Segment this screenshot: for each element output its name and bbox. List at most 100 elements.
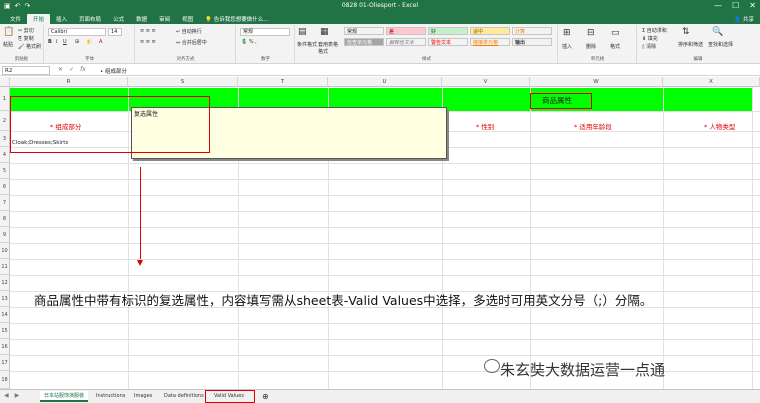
style-neutral[interactable]: 适中: [470, 27, 510, 35]
style-warning[interactable]: 警告文本: [428, 38, 468, 46]
column-header-r[interactable]: R: [10, 77, 128, 87]
merge-center-button[interactable]: ⇔ 合并后居中: [176, 39, 207, 46]
row-header-11[interactable]: 11: [0, 259, 10, 275]
table-format-button[interactable]: 套用表格格式: [318, 41, 342, 55]
maximize-button[interactable]: ☐: [732, 1, 739, 10]
add-sheet-icon[interactable]: ⊕: [258, 391, 273, 402]
row-header-1[interactable]: 1: [0, 87, 10, 111]
delete-cells-icon[interactable]: ⊟: [587, 28, 595, 38]
delete-cells-button[interactable]: 删除: [586, 43, 596, 50]
tab-review[interactable]: 审阅: [153, 14, 176, 24]
sheet-tab-data-definitions[interactable]: Data definitions: [160, 391, 208, 402]
row-header-15[interactable]: 15: [0, 323, 10, 339]
sheet-tab-instructions[interactable]: Instructions: [92, 391, 129, 402]
sort-filter-button[interactable]: 排序和筛选: [678, 41, 703, 48]
column-header-s[interactable]: S: [128, 77, 238, 87]
style-check-cell[interactable]: 检查单元格: [344, 38, 384, 46]
tab-view[interactable]: 视图: [176, 14, 199, 24]
fill-button[interactable]: ⬇ 填充: [642, 35, 658, 42]
sheet-tab-images[interactable]: Images: [130, 391, 156, 402]
italic-button[interactable]: I: [56, 39, 57, 45]
font-name-box[interactable]: Calibri: [48, 28, 106, 36]
row-header-8[interactable]: 8: [0, 211, 10, 227]
cell-x2-character-type[interactable]: * 人物类型: [704, 121, 735, 131]
cell-v2-gender[interactable]: * 性别: [476, 121, 494, 131]
table-format-icon[interactable]: ▦: [320, 27, 329, 37]
cut-button[interactable]: ✂ 剪切: [18, 27, 34, 34]
row-header-7[interactable]: 7: [0, 195, 10, 211]
row-header-10[interactable]: 10: [0, 243, 10, 259]
autosum-button[interactable]: Σ 自动求和: [642, 27, 667, 34]
row-header-14[interactable]: 14: [0, 307, 10, 323]
currency-icon[interactable]: 💲 % ,: [241, 39, 257, 45]
row-header-13[interactable]: 13: [0, 291, 10, 307]
align-left-icon[interactable]: ≡ ≡ ≡: [140, 39, 156, 45]
style-normal[interactable]: 常规: [344, 27, 384, 35]
font-size-box[interactable]: 14: [108, 28, 122, 36]
tab-formulas[interactable]: 公式: [107, 14, 130, 24]
tab-page-layout[interactable]: 页面布局: [73, 14, 107, 24]
style-output[interactable]: 输出: [512, 38, 552, 46]
cell-w2-age-range[interactable]: * 适用年龄段: [574, 121, 612, 131]
minimize-button[interactable]: —: [714, 1, 722, 10]
column-header-t[interactable]: T: [238, 77, 328, 87]
tab-insert[interactable]: 插入: [50, 14, 73, 24]
column-header-v[interactable]: V: [442, 77, 530, 87]
name-box[interactable]: R2: [2, 66, 50, 75]
fx-icon[interactable]: fx: [80, 66, 86, 73]
underline-button[interactable]: U: [63, 39, 67, 45]
fill-color-icon[interactable]: ◧: [87, 39, 92, 45]
tab-home[interactable]: 开始: [27, 14, 51, 24]
number-format-box[interactable]: 常规: [240, 28, 290, 36]
row-header-5[interactable]: 5: [0, 163, 10, 179]
column-header-x[interactable]: X: [663, 77, 760, 87]
tab-file[interactable]: 文件: [4, 14, 27, 24]
conditional-format-icon[interactable]: ▤: [298, 27, 307, 37]
style-linked-cell[interactable]: 链接单元格: [470, 38, 510, 46]
tab-data[interactable]: 数据: [130, 14, 153, 24]
borders-icon[interactable]: ⊞: [75, 39, 79, 45]
worksheet-grid[interactable]: R S T U V W X 1 2 3 4 5 6 7 8 9 10 11 12…: [0, 77, 760, 389]
sort-filter-icon[interactable]: ⇅: [682, 27, 690, 37]
clear-button[interactable]: ◊ 清除: [642, 43, 656, 50]
format-cells-icon[interactable]: ▭: [611, 28, 620, 38]
row-header-4[interactable]: 4: [0, 147, 10, 163]
style-calculation[interactable]: 计算: [512, 27, 552, 35]
cancel-icon[interactable]: ✕: [58, 66, 63, 73]
format-cells-button[interactable]: 格式: [610, 43, 620, 50]
row-header-16[interactable]: 16: [0, 339, 10, 355]
row-header-18[interactable]: 18: [0, 371, 10, 389]
row-header-2[interactable]: 2: [0, 111, 10, 131]
tell-me-search[interactable]: 💡 告诉我您想要做什么...: [199, 14, 274, 24]
sheet-tab-main[interactable]: 日本站服饰演服装: [40, 391, 89, 402]
column-header-u[interactable]: U: [328, 77, 442, 87]
paste-button[interactable]: 粘贴: [3, 41, 13, 48]
insert-cells-button[interactable]: 插入: [562, 43, 572, 50]
copy-button[interactable]: ⎘ 复制: [18, 35, 34, 42]
format-painter-button[interactable]: 🖌 格式刷: [18, 43, 41, 50]
row-header-12[interactable]: 12: [0, 275, 10, 291]
formula-input[interactable]: • 组成部分: [100, 67, 127, 75]
row-header-3[interactable]: 3: [0, 131, 10, 147]
bold-button[interactable]: B: [48, 39, 52, 45]
enter-icon[interactable]: ✓: [69, 66, 74, 73]
paste-icon[interactable]: 📋: [3, 27, 14, 37]
find-select-icon[interactable]: 🔍: [712, 27, 723, 37]
row-header-6[interactable]: 6: [0, 179, 10, 195]
insert-cells-icon[interactable]: ⊞: [563, 28, 571, 38]
align-top-icon[interactable]: ≡ ≡ ≡: [140, 28, 156, 34]
style-bad[interactable]: 差: [386, 27, 426, 35]
row-header-9[interactable]: 9: [0, 227, 10, 243]
find-select-button[interactable]: 查找和选择: [708, 41, 733, 48]
select-all-corner[interactable]: [0, 77, 10, 87]
close-button[interactable]: ✕: [749, 1, 756, 10]
conditional-format-button[interactable]: 条件格式: [297, 41, 317, 48]
row-header-17[interactable]: 17: [0, 355, 10, 371]
column-header-w[interactable]: W: [530, 77, 663, 87]
wrap-text-button[interactable]: ↵ 自动换行: [176, 28, 202, 35]
next-sheet-icon[interactable]: ▶: [15, 392, 20, 399]
font-color-icon[interactable]: A: [99, 39, 102, 45]
prev-sheet-icon[interactable]: ◀: [4, 392, 9, 399]
style-explanatory[interactable]: 解释性文本: [386, 38, 426, 46]
style-good[interactable]: 好: [428, 27, 468, 35]
